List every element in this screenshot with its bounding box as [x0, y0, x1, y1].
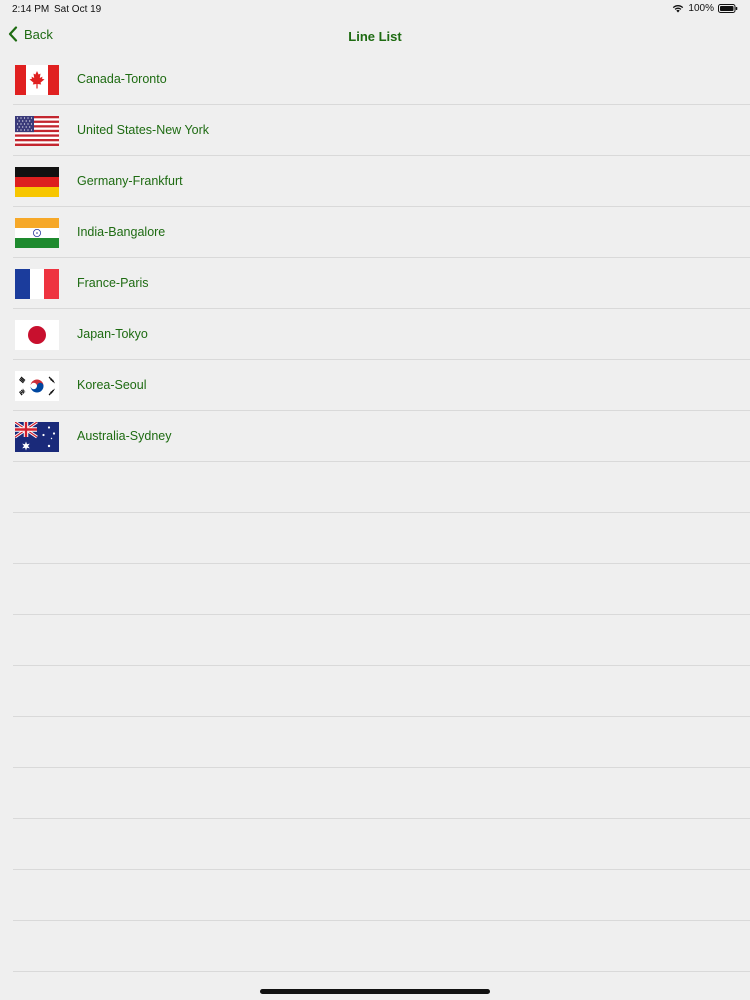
empty-row: [13, 462, 750, 513]
list-item-label: Germany-Frankfurt: [77, 174, 183, 188]
korea-flag-icon: [15, 371, 59, 401]
status-indicators: 100%: [672, 3, 738, 14]
list-item-japan-tokyo[interactable]: Japan-Tokyo: [13, 309, 750, 360]
list-item-label: Japan-Tokyo: [77, 327, 148, 341]
empty-row: [13, 870, 750, 921]
list-item-france-paris[interactable]: France-Paris: [13, 258, 750, 309]
empty-row: [13, 513, 750, 564]
france-flag-icon: [15, 269, 59, 299]
list-item-india-bangalore[interactable]: India-Bangalore: [13, 207, 750, 258]
empty-row: [13, 666, 750, 717]
empty-row: [13, 615, 750, 666]
wifi-icon: [672, 4, 684, 13]
list-item-korea-seoul[interactable]: Korea-Seoul: [13, 360, 750, 411]
list-item-label: France-Paris: [77, 276, 149, 290]
australia-flag-icon: [15, 422, 59, 452]
india-flag-icon: [15, 218, 59, 248]
list-item-label: Canada-Toronto: [77, 72, 167, 86]
battery-icon: [718, 4, 738, 13]
empty-row: [13, 717, 750, 768]
list-item-label: Korea-Seoul: [77, 378, 147, 392]
japan-flag-icon: [15, 320, 59, 350]
list-item-united-states-new-york[interactable]: United States-New York: [13, 105, 750, 156]
navigation-bar: Back Line List: [0, 20, 750, 54]
status-bar: 2:14 PM Sat Oct 19 100%: [0, 0, 750, 20]
page-title: Line List: [348, 29, 402, 44]
line-list: Canada-Toronto United States-New York Ge…: [0, 54, 750, 972]
status-time: 2:14 PM: [12, 4, 50, 15]
germany-flag-icon: [15, 167, 59, 197]
home-indicator[interactable]: [260, 989, 490, 994]
list-item-label: Australia-Sydney: [77, 429, 172, 443]
list-item-canada-toronto[interactable]: Canada-Toronto: [13, 54, 750, 105]
list-item-germany-frankfurt[interactable]: Germany-Frankfurt: [13, 156, 750, 207]
list-item-australia-sydney[interactable]: Australia-Sydney: [13, 411, 750, 462]
empty-row: [13, 921, 750, 972]
usa-flag-icon: [15, 116, 59, 146]
list-item-label: United States-New York: [77, 123, 210, 137]
empty-row: [13, 564, 750, 615]
list-item-label: India-Bangalore: [77, 225, 166, 239]
canada-flag-icon: [15, 65, 59, 95]
empty-row: [13, 819, 750, 870]
status-date: Sat Oct 19: [54, 4, 102, 15]
empty-row: [13, 768, 750, 819]
battery-percentage: 100%: [688, 3, 714, 14]
